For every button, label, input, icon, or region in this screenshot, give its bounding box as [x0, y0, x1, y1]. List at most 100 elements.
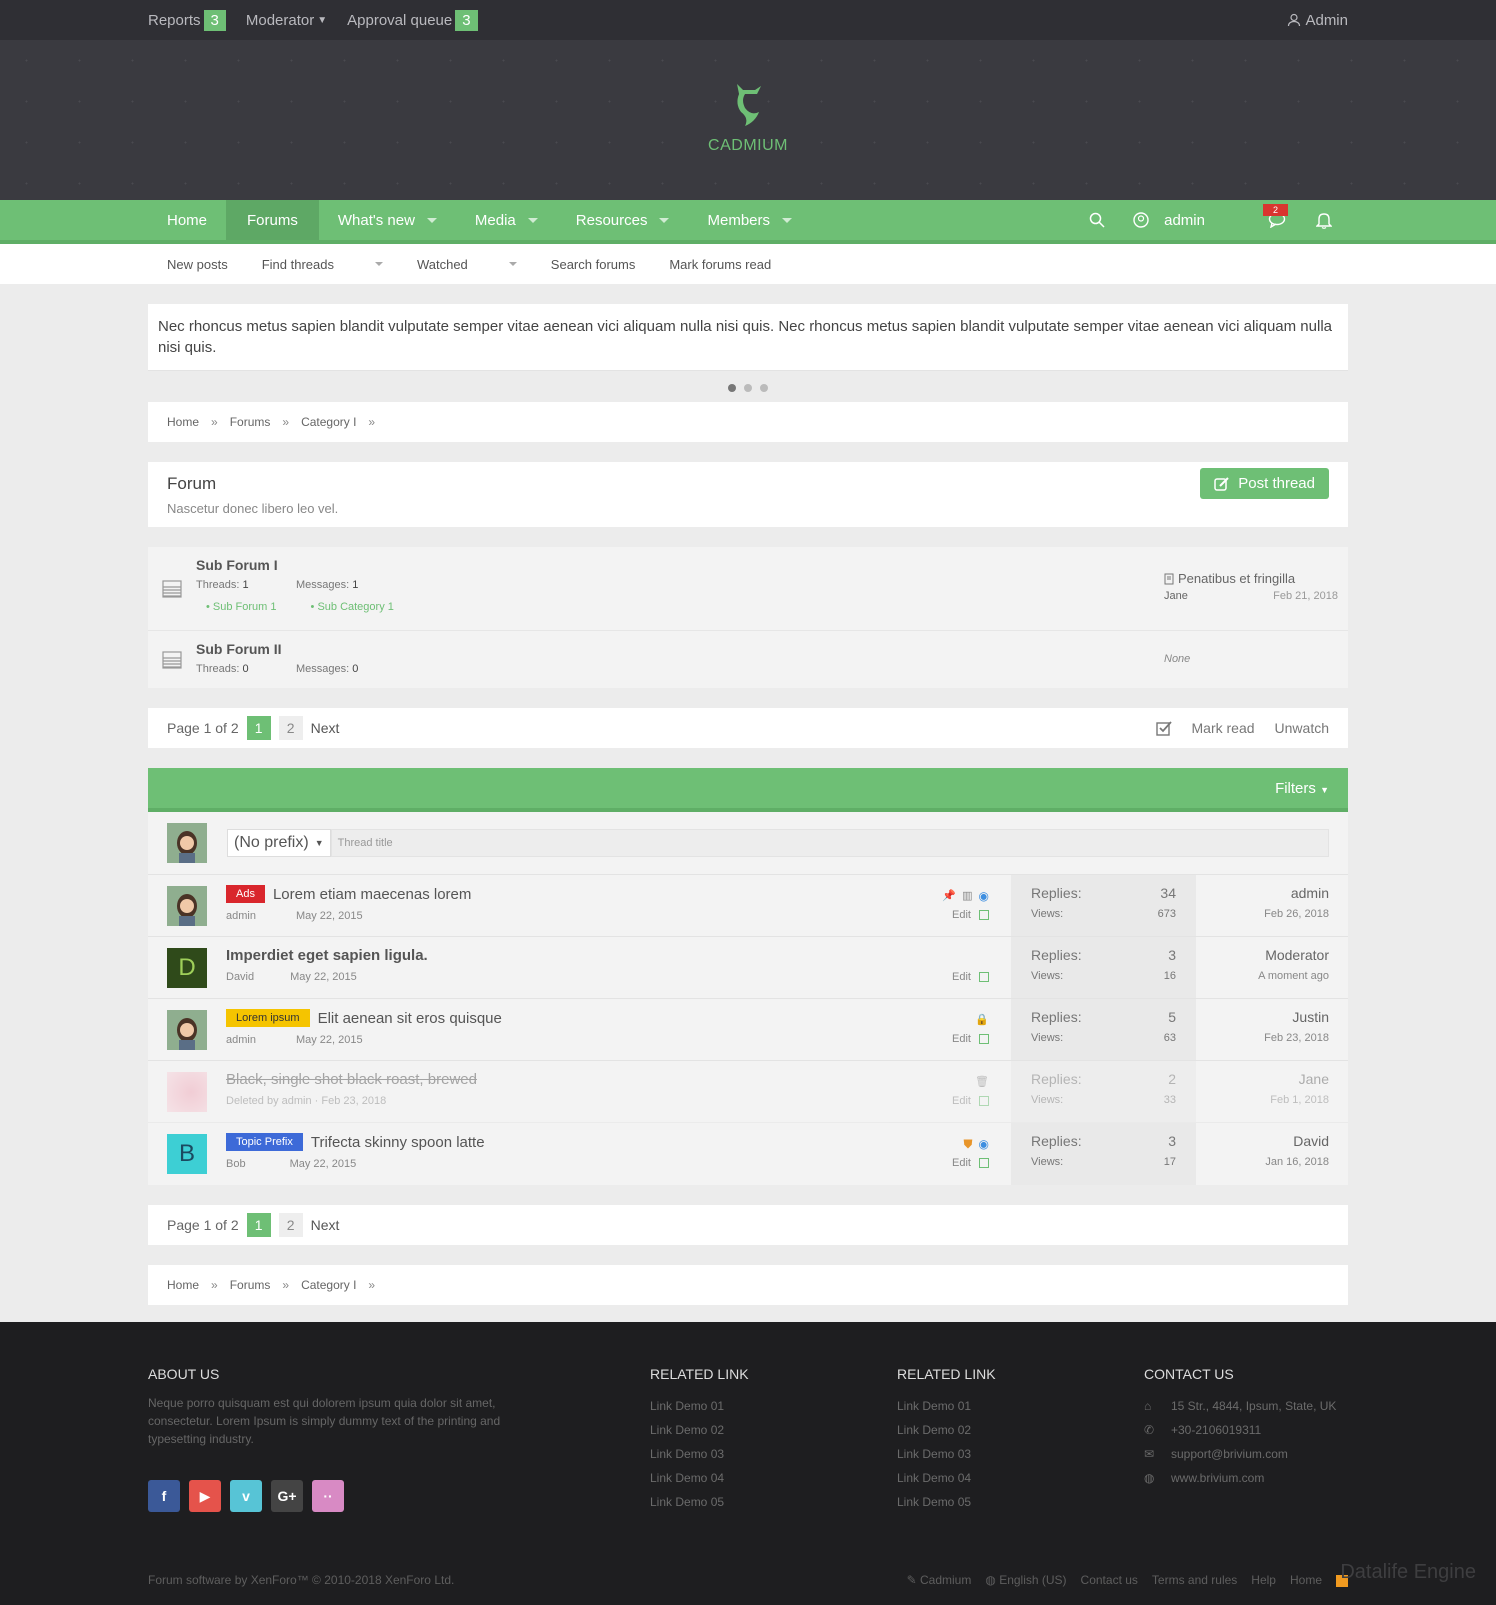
admin-link[interactable]: Admin [1287, 12, 1348, 29]
vimeo-icon[interactable]: v [230, 1480, 262, 1512]
alerts-button[interactable] [1306, 212, 1348, 229]
footer-link[interactable]: Link Demo 05 [897, 1490, 1144, 1514]
footer-link[interactable]: Link Demo 01 [650, 1394, 897, 1418]
thread-title[interactable]: Elit aenean sit eros quisque [318, 1010, 502, 1027]
mark-read-button[interactable]: Mark read [1192, 720, 1255, 736]
avatar[interactable] [148, 999, 207, 1060]
thread-author[interactable]: David [226, 971, 254, 983]
thread-date[interactable]: May 22, 2015 [296, 1034, 363, 1046]
email-line[interactable]: ✉ support@brivium.com [1144, 1442, 1348, 1466]
help-link[interactable]: Help [1251, 1573, 1276, 1587]
style-chooser[interactable]: ✎ Cadmium [907, 1573, 972, 1587]
latest-date[interactable]: Feb 26, 2018 [1196, 908, 1329, 920]
youtube-icon[interactable]: ▶ [189, 1480, 221, 1512]
select-checkbox[interactable] [979, 910, 989, 921]
latest-date[interactable]: Jan 16, 2018 [1196, 1156, 1329, 1168]
latest-user[interactable]: Moderator [1196, 947, 1329, 963]
edit-link[interactable]: Edit [952, 1033, 971, 1045]
prefix-label[interactable]: Lorem ipsum [226, 1009, 310, 1027]
nav-resources[interactable]: Resources [557, 200, 689, 240]
breadcrumb-category[interactable]: Category I [301, 1278, 356, 1292]
latest-user[interactable]: Jane [1196, 1071, 1329, 1087]
select-checkbox[interactable] [979, 1034, 989, 1045]
latest-user[interactable]: Justin [1196, 1009, 1329, 1025]
edit-link[interactable]: Edit [952, 1157, 971, 1169]
footer-link[interactable]: Link Demo 04 [650, 1466, 897, 1490]
thread-date[interactable]: May 22, 2015 [290, 1158, 357, 1170]
thread-author[interactable]: admin [226, 910, 256, 922]
nav-whats-new[interactable]: What's new [319, 200, 456, 240]
nav-forums[interactable]: Forums [226, 200, 319, 240]
select-checkbox[interactable] [979, 972, 989, 983]
prefix-label[interactable]: Ads [226, 885, 265, 903]
conversations-button[interactable]: 2 [1225, 204, 1306, 228]
contact-us-link[interactable]: Contact us [1081, 1573, 1138, 1587]
breadcrumb-forums[interactable]: Forums [230, 1278, 271, 1292]
child-category-link[interactable]: • Sub Category 1 [311, 601, 394, 613]
breadcrumb-home[interactable]: Home [167, 1278, 199, 1292]
notice-dot-1[interactable] [728, 384, 736, 392]
page-2-button[interactable]: 2 [278, 716, 303, 740]
thread-author[interactable]: admin [226, 1034, 256, 1046]
home-link[interactable]: Home [1290, 1573, 1322, 1587]
post-thread-button[interactable]: Post thread [1200, 468, 1329, 499]
latest-user[interactable]: admin [1196, 885, 1329, 901]
next-page-button[interactable]: Next [311, 720, 340, 736]
subnav-find-threads[interactable]: Find threads [262, 257, 383, 272]
nav-media[interactable]: Media [456, 200, 557, 240]
latest-thread-link[interactable]: Penatibus et fringilla [1164, 571, 1338, 586]
thread-title-input[interactable]: Thread title [330, 829, 1329, 857]
website-line[interactable]: ◍ www.brivium.com [1144, 1466, 1348, 1490]
prefix-label[interactable]: Topic Prefix [226, 1133, 303, 1151]
page-2-button[interactable]: 2 [278, 1213, 303, 1237]
latest-date[interactable]: Feb 1, 2018 [1196, 1094, 1329, 1106]
edit-link[interactable]: Edit [952, 909, 971, 921]
avatar[interactable] [148, 875, 207, 936]
thread-title[interactable]: Lorem etiam maecenas lorem [273, 886, 471, 903]
account-menu[interactable]: admin [1123, 212, 1225, 229]
avatar[interactable]: D [148, 937, 207, 998]
avatar[interactable]: B [148, 1123, 207, 1185]
subforum-title[interactable]: Sub Forum II [196, 641, 1164, 657]
subnav-mark-read[interactable]: Mark forums read [669, 257, 771, 272]
thread-date[interactable]: May 22, 2015 [296, 910, 363, 922]
footer-link[interactable]: Link Demo 02 [650, 1418, 897, 1442]
next-page-button[interactable]: Next [311, 1217, 340, 1233]
facebook-icon[interactable]: f [148, 1480, 180, 1512]
page-1-button[interactable]: 1 [246, 1213, 271, 1237]
nav-members[interactable]: Members [688, 200, 811, 240]
google-plus-icon[interactable]: G+ [271, 1480, 303, 1512]
copyright[interactable]: Forum software by XenForo™ © 2010-2018 X… [148, 1573, 454, 1587]
unwatch-button[interactable]: Unwatch [1275, 720, 1329, 736]
subnav-watched[interactable]: Watched [417, 257, 517, 272]
latest-date[interactable]: A moment ago [1196, 970, 1329, 982]
edit-link[interactable]: Edit [952, 971, 971, 983]
breadcrumb-home[interactable]: Home [167, 415, 199, 429]
footer-link[interactable]: Link Demo 04 [897, 1466, 1144, 1490]
nav-home[interactable]: Home [148, 200, 226, 240]
terms-link[interactable]: Terms and rules [1152, 1573, 1237, 1587]
check-square-icon[interactable] [1155, 720, 1172, 736]
latest-user[interactable]: Jane [1164, 590, 1188, 602]
thread-title[interactable]: Black, single shot black roast, brewed [226, 1071, 477, 1088]
language-chooser[interactable]: ◍ English (US) [985, 1573, 1066, 1587]
breadcrumb-forums[interactable]: Forums [230, 415, 271, 429]
footer-link[interactable]: Link Demo 02 [897, 1418, 1144, 1442]
notice-dot-3[interactable] [760, 384, 768, 392]
footer-link[interactable]: Link Demo 05 [650, 1490, 897, 1514]
footer-link[interactable]: Link Demo 03 [897, 1442, 1144, 1466]
avatar[interactable] [148, 1061, 207, 1122]
thread-title[interactable]: Trifecta skinny spoon latte [311, 1134, 485, 1151]
approval-queue-link[interactable]: Approval queue 3 [347, 9, 478, 31]
footer-link[interactable]: Link Demo 03 [650, 1442, 897, 1466]
search-button[interactable] [1071, 212, 1123, 228]
latest-user[interactable]: David [1196, 1133, 1329, 1149]
reports-link[interactable]: Reports 3 [148, 9, 226, 31]
select-checkbox[interactable] [979, 1096, 989, 1107]
filters-button[interactable]: Filters ▼ [1275, 780, 1329, 797]
subforum-title[interactable]: Sub Forum I [196, 557, 1164, 573]
site-logo[interactable]: CADMIUM [708, 82, 788, 155]
child-forum-link[interactable]: • Sub Forum 1 [206, 601, 277, 613]
prefix-select[interactable]: (No prefix) ▼ [227, 829, 331, 857]
notice-dot-2[interactable] [744, 384, 752, 392]
